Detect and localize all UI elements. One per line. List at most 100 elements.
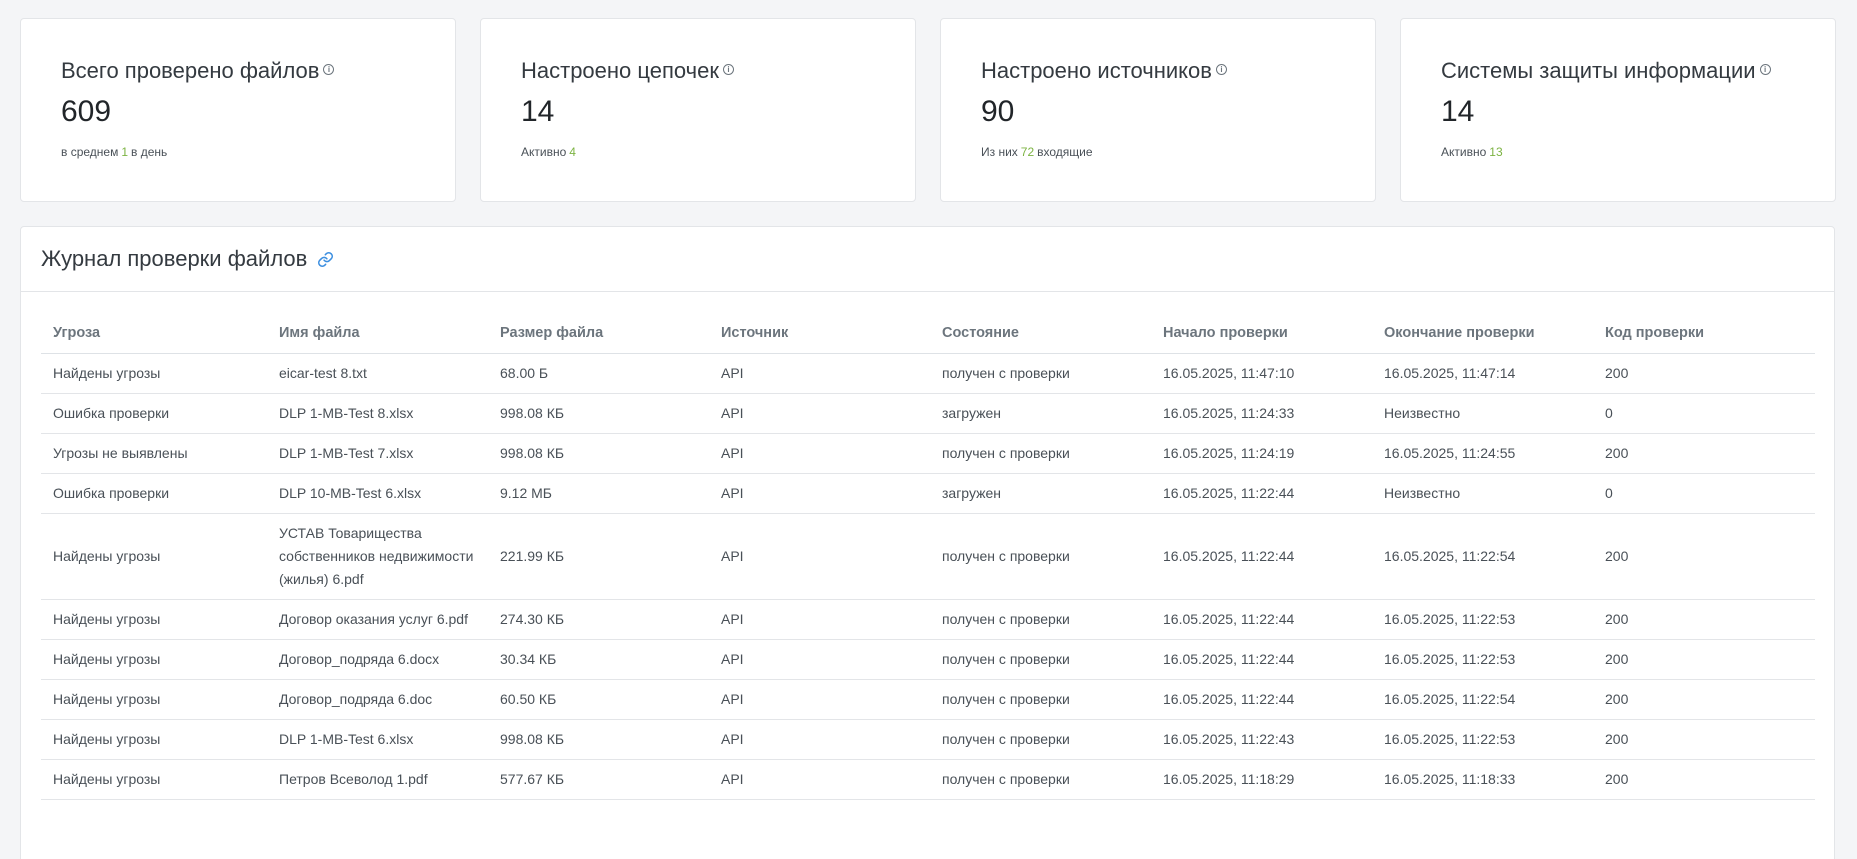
- cell-file-size: 9.12 МБ: [488, 473, 709, 514]
- cell-check-code: 0: [1593, 393, 1815, 434]
- cell-threat: Найдены угрозы: [41, 353, 267, 394]
- cell-file-name: DLP 10-MB-Test 6.xlsx: [267, 473, 488, 514]
- stat-subtext: Активно 4: [521, 145, 875, 159]
- cell-check-code: 200: [1593, 719, 1815, 760]
- stat-subtext: в среднем 1 в день: [61, 145, 415, 159]
- cell-check-end: Неизвестно: [1372, 473, 1593, 514]
- cell-file-name: eicar-test 8.txt: [267, 353, 488, 394]
- cell-source: API: [709, 473, 930, 514]
- column-header-file-name[interactable]: Имя файла: [267, 313, 488, 354]
- cell-state: получен с проверки: [930, 639, 1151, 680]
- cell-file-size: 577.67 КБ: [488, 759, 709, 800]
- cell-threat: Найдены угрозы: [41, 639, 267, 680]
- column-header-state[interactable]: Состояние: [930, 313, 1151, 354]
- cell-file-name: DLP 1-MB-Test 7.xlsx: [267, 433, 488, 474]
- cell-check-start: 16.05.2025, 11:22:44: [1151, 513, 1372, 600]
- column-header-threat[interactable]: Угроза: [41, 313, 267, 354]
- table-row[interactable]: Найдены угрозы eicar-test 8.txt 68.00 Б API…: [41, 353, 1815, 394]
- column-header-check-end[interactable]: Окончание проверки: [1372, 313, 1593, 354]
- cell-state: получен с проверки: [930, 599, 1151, 640]
- cell-check-code: 200: [1593, 679, 1815, 720]
- table-header-row: Угроза Имя файла Размер файла Источник Состо…: [41, 313, 1815, 354]
- cell-file-name: Петров Всеволод 1.pdf: [267, 759, 488, 800]
- cell-threat: Найдены угрозы: [41, 759, 267, 800]
- stat-value: 14: [521, 95, 555, 128]
- cell-check-start: 16.05.2025, 11:22:44: [1151, 599, 1372, 640]
- table-body: Найдены угрозы eicar-test 8.txt 68.00 Б API…: [41, 353, 1815, 800]
- link-icon[interactable]: [317, 251, 334, 268]
- stat-value: 90: [981, 95, 1015, 128]
- stat-value: 609: [61, 95, 112, 128]
- stat-subtext: Активно 13: [1441, 145, 1795, 159]
- info-icon[interactable]: i: [1215, 64, 1227, 75]
- cell-state: загружен: [930, 393, 1151, 434]
- cell-check-start: 16.05.2025, 11:24:33: [1151, 393, 1372, 434]
- cell-check-start: 16.05.2025, 11:18:29: [1151, 759, 1372, 800]
- cell-file-name: Договор оказания услуг 6.pdf: [267, 599, 488, 640]
- cell-check-end: Неизвестно: [1372, 393, 1593, 434]
- cell-threat: Найдены угрозы: [41, 679, 267, 720]
- stat-title: Настроено источников i: [981, 55, 1335, 87]
- column-header-source[interactable]: Источник: [709, 313, 930, 354]
- file-check-journal: Журнал проверки файлов Угроза Имя файла Ра…: [20, 226, 1835, 859]
- journal-header: Журнал проверки файлов: [21, 227, 1834, 292]
- table-row[interactable]: Найдены угрозы DLP 1-MB-Test 6.xlsx 998.08…: [41, 719, 1815, 760]
- cell-check-code: 200: [1593, 599, 1815, 640]
- cell-file-size: 68.00 Б: [488, 353, 709, 394]
- stat-card-chains: Настроено цепочек i 14 Активно 4: [480, 18, 916, 202]
- table-row[interactable]: Найдены угрозы Договор_подряда 6.doc 60.50…: [41, 679, 1815, 720]
- cell-state: получен с проверки: [930, 679, 1151, 720]
- stat-subtext: Из них 72 входящие: [981, 145, 1335, 159]
- table-row[interactable]: Ошибка проверки DLP 1-MB-Test 8.xlsx 998.0…: [41, 393, 1815, 434]
- cell-check-end: 16.05.2025, 11:22:54: [1372, 679, 1593, 720]
- cell-check-end: 16.05.2025, 11:18:33: [1372, 759, 1593, 800]
- column-header-file-size[interactable]: Размер файла: [488, 313, 709, 354]
- table-row[interactable]: Найдены угрозы Петров Всеволод 1.pdf 577.6…: [41, 759, 1815, 800]
- cell-check-code: 0: [1593, 473, 1815, 514]
- column-header-check-start[interactable]: Начало проверки: [1151, 313, 1372, 354]
- cell-file-size: 30.34 КБ: [488, 639, 709, 680]
- cell-threat: Найдены угрозы: [41, 513, 267, 600]
- table-row[interactable]: Найдены угрозы Договор_подряда 6.docx 30.3…: [41, 639, 1815, 680]
- stat-sub-prefix: Активно: [521, 145, 567, 159]
- stat-sub-prefix: в среднем: [61, 145, 119, 159]
- cell-source: API: [709, 513, 930, 600]
- cell-state: получен с проверки: [930, 719, 1151, 760]
- table-row[interactable]: Найдены угрозы Договор оказания услуг 6.p…: [41, 599, 1815, 640]
- cell-check-start: 16.05.2025, 11:22:44: [1151, 639, 1372, 680]
- cell-source: API: [709, 679, 930, 720]
- column-header-check-code[interactable]: Код проверки: [1593, 313, 1815, 354]
- cell-file-name: DLP 1-MB-Test 6.xlsx: [267, 719, 488, 760]
- stat-title-text: Системы защиты информации: [1441, 58, 1756, 83]
- cell-state: загружен: [930, 473, 1151, 514]
- stats-row: Всего проверено файлов i 609 в среднем 1 в…: [20, 18, 1836, 202]
- cell-source: API: [709, 353, 930, 394]
- table-row[interactable]: Угрозы не выявлены DLP 1-MB-Test 7.xlsx 99…: [41, 433, 1815, 474]
- cell-state: получен с проверки: [930, 353, 1151, 394]
- stat-title-text: Всего проверено файлов: [61, 58, 320, 83]
- cell-source: API: [709, 719, 930, 760]
- stat-title: Всего проверено файлов i: [61, 55, 415, 87]
- cell-threat: Угрозы не выявлены: [41, 433, 267, 474]
- stat-sub-prefix: Активно: [1441, 145, 1487, 159]
- info-icon[interactable]: i: [1759, 64, 1771, 75]
- stat-sub-prefix: Из них: [981, 145, 1018, 159]
- stat-card-protection-systems: Системы защиты информации i 14 Активно 13: [1400, 18, 1836, 202]
- cell-check-start: 16.05.2025, 11:22:43: [1151, 719, 1372, 760]
- cell-state: получен с проверки: [930, 759, 1151, 800]
- info-icon[interactable]: i: [323, 64, 335, 75]
- cell-source: API: [709, 599, 930, 640]
- stat-sub-accent: 4: [569, 145, 576, 159]
- cell-source: API: [709, 433, 930, 474]
- cell-source: API: [709, 639, 930, 680]
- cell-source: API: [709, 759, 930, 800]
- cell-source: API: [709, 393, 930, 434]
- table-row[interactable]: Ошибка проверки DLP 10-MB-Test 6.xlsx 9.12…: [41, 473, 1815, 514]
- journal-title: Журнал проверки файлов: [41, 246, 308, 271]
- cell-check-code: 200: [1593, 513, 1815, 600]
- stat-sub-suffix: в день: [131, 145, 168, 159]
- table-row[interactable]: Найдены угрозы УСТАВ Товарищества собстве…: [41, 513, 1815, 600]
- cell-threat: Ошибка проверки: [41, 393, 267, 434]
- info-icon[interactable]: i: [722, 64, 734, 75]
- cell-check-start: 16.05.2025, 11:24:19: [1151, 433, 1372, 474]
